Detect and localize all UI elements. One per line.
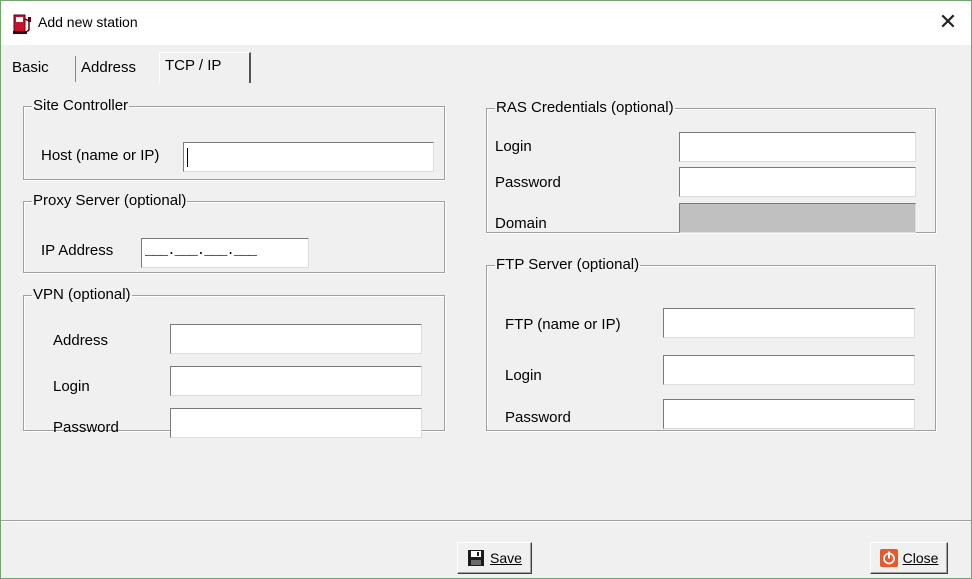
close-button-label: Close [902,550,939,566]
fuel-pump-icon [13,12,33,34]
vpn-login-input[interactable] [170,366,422,396]
floppy-disk-icon [467,549,485,567]
ftp-login-input[interactable] [663,355,915,385]
ftp-server-legend: FTP Server (optional) [496,256,640,273]
ftp-server-group: FTP Server (optional) FTP (name or IP) L… [486,257,936,431]
close-button[interactable]: Close [870,542,948,574]
host-label: Host (name or IP) [41,147,160,164]
vpn-group: VPN (optional) Address Login Password [23,286,445,438]
ras-domain-label: Domain [495,215,547,232]
text-caret [187,148,188,167]
ip-address-label: IP Address [41,242,114,259]
vpn-legend: VPN (optional) [33,286,131,303]
ras-login-input[interactable] [679,132,916,162]
ftp-password-label: Password [505,409,571,426]
site-controller-group: Site Controller Host (name or IP) [23,98,445,180]
tab-basic[interactable]: Basic [7,56,69,82]
tab-tcp-ip[interactable]: TCP / IP [159,52,251,83]
ftp-host-input[interactable] [663,308,915,338]
proxy-server-legend: Proxy Server (optional) [33,192,187,209]
ftp-login-label: Login [505,367,542,384]
add-station-window: Add new station ✕ Basic Address TCP / IP… [0,0,972,579]
ras-password-label: Password [495,174,561,191]
ip-address-input[interactable]: ___.___.___.___ [141,238,309,268]
ip-mask: ___.___.___.___ [145,243,257,259]
ftp-password-input[interactable] [663,399,915,429]
tab-address[interactable]: Address [75,56,159,82]
vpn-address-input[interactable] [170,324,422,354]
power-icon [879,549,898,567]
window-title: Add new station [38,14,138,30]
vpn-password-input[interactable] [170,408,422,438]
vpn-password-label: Password [53,419,119,436]
ras-credentials-legend: RAS Credentials (optional) [496,99,674,116]
proxy-server-group: Proxy Server (optional) IP Address ___._… [23,193,445,273]
vpn-address-label: Address [53,332,109,349]
ras-password-input[interactable] [679,167,916,197]
save-button[interactable]: Save [457,542,532,574]
ftp-host-label: FTP (name or IP) [505,316,621,333]
site-controller-legend: Site Controller [33,97,129,114]
ras-credentials-group: RAS Credentials (optional) Login Passwor… [486,100,936,233]
close-window-icon[interactable]: ✕ [933,7,963,37]
ras-domain-input [679,203,916,233]
host-input[interactable] [183,142,434,172]
ras-login-label: Login [495,138,532,155]
title-bar: Add new station ✕ [1,1,971,45]
vpn-login-label: Login [53,378,90,395]
footer-divider-highlight [1,521,971,522]
save-button-label: Save [490,550,522,566]
